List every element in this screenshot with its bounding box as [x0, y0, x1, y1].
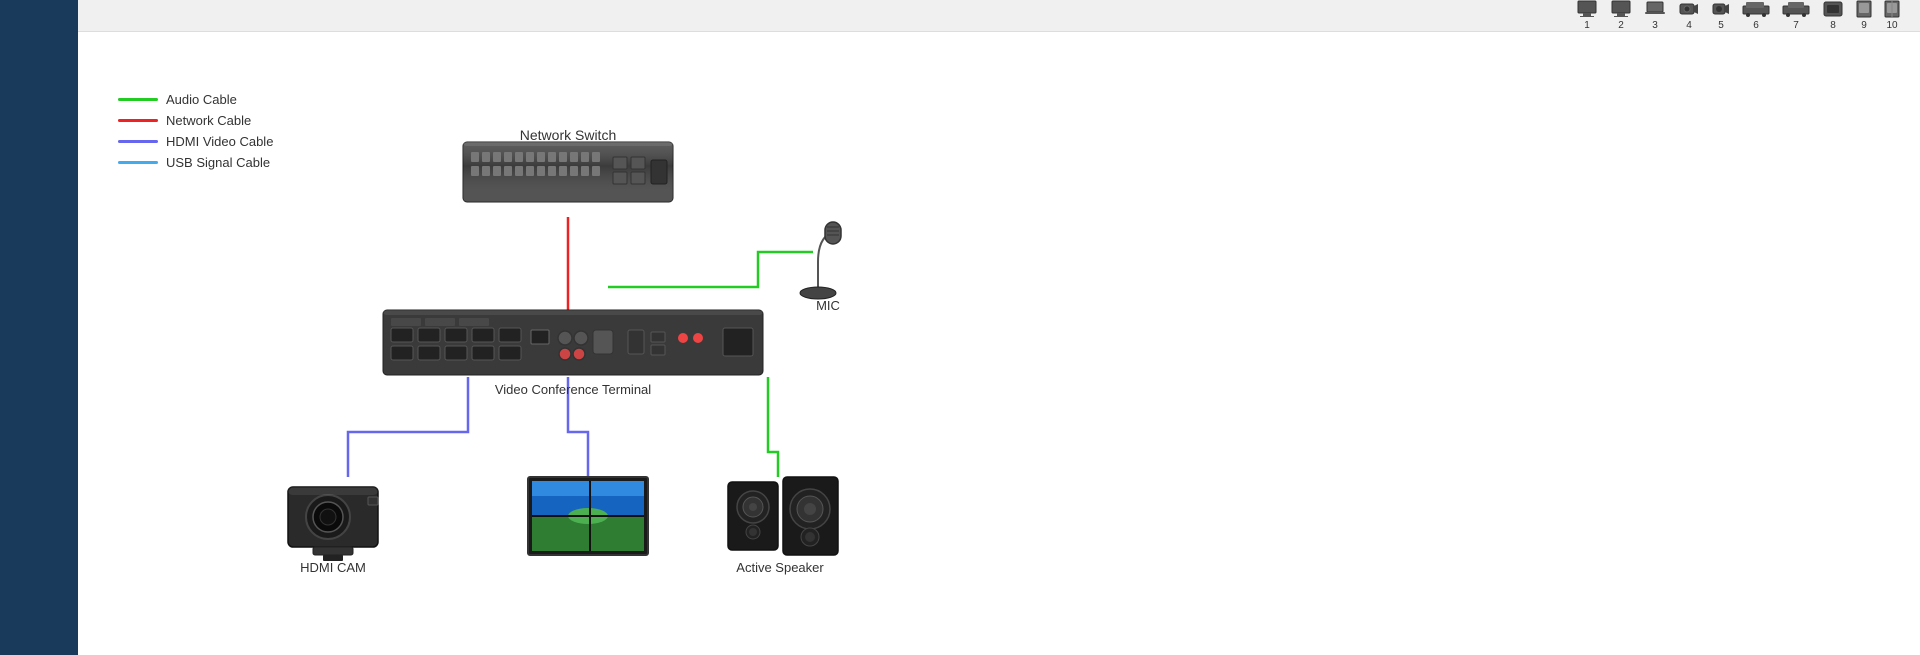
device-number-6: 6 — [1753, 20, 1759, 31]
top-device-2[interactable]: 2 — [1610, 0, 1632, 31]
device-icon-9 — [1856, 0, 1872, 18]
audio-cable-mic — [608, 252, 813, 287]
device-icon-7 — [1782, 0, 1810, 18]
speaker-label: Active Speaker — [736, 560, 824, 575]
device-icon-6 — [1742, 0, 1770, 18]
monitor-group — [528, 477, 648, 555]
audio-cable-speaker — [768, 377, 778, 477]
vct-label: Video Conference Terminal — [495, 382, 651, 397]
left-sidebar — [0, 0, 78, 655]
device-number-7: 7 — [1793, 20, 1799, 31]
device-icon-1 — [1576, 0, 1598, 18]
network-switch-group — [463, 142, 673, 202]
device-icon-3 — [1644, 0, 1666, 18]
top-bar-icons: 1 2 3 — [1576, 0, 1900, 31]
device-icon-4 — [1678, 0, 1700, 18]
top-device-4[interactable]: 4 — [1678, 0, 1700, 31]
device-number-1: 1 — [1584, 20, 1590, 31]
camera-group — [288, 487, 378, 561]
mic-label: MIC — [816, 298, 840, 313]
device-number-3: 3 — [1652, 20, 1658, 31]
top-device-7[interactable]: 7 — [1782, 0, 1810, 31]
camera-label: HDMI CAM — [300, 560, 366, 575]
device-number-2: 2 — [1618, 20, 1624, 31]
device-icon-8 — [1822, 0, 1844, 18]
device-number-5: 5 — [1718, 20, 1724, 31]
main-content: 1 2 3 — [78, 0, 1920, 655]
top-device-6[interactable]: 6 — [1742, 0, 1770, 31]
device-number-4: 4 — [1686, 20, 1692, 31]
device-number-8: 8 — [1830, 20, 1836, 31]
device-number-10: 10 — [1886, 20, 1897, 31]
diagram-area: Audio Cable Network Cable HDMI Video Cab… — [78, 32, 1920, 655]
device-number-9: 9 — [1861, 20, 1867, 31]
top-device-5[interactable]: 5 — [1712, 0, 1730, 31]
network-switch-label: Network Switch — [520, 127, 616, 143]
diagram-svg: Network Switch MIC — [78, 32, 1920, 655]
top-device-3[interactable]: 3 — [1644, 0, 1666, 31]
hdmi-cable-camera — [348, 377, 468, 477]
device-icon-10 — [1884, 0, 1900, 18]
mic-group — [800, 222, 841, 299]
top-device-9[interactable]: 9 — [1856, 0, 1872, 31]
top-device-1[interactable]: 1 — [1576, 0, 1598, 31]
speaker-group — [728, 477, 838, 555]
top-bar: 1 2 3 — [78, 0, 1920, 32]
device-icon-2 — [1610, 0, 1632, 18]
vct-group — [383, 310, 763, 375]
device-icon-5 — [1712, 0, 1730, 18]
top-device-10[interactable]: 10 — [1884, 0, 1900, 31]
top-device-8[interactable]: 8 — [1822, 0, 1844, 31]
